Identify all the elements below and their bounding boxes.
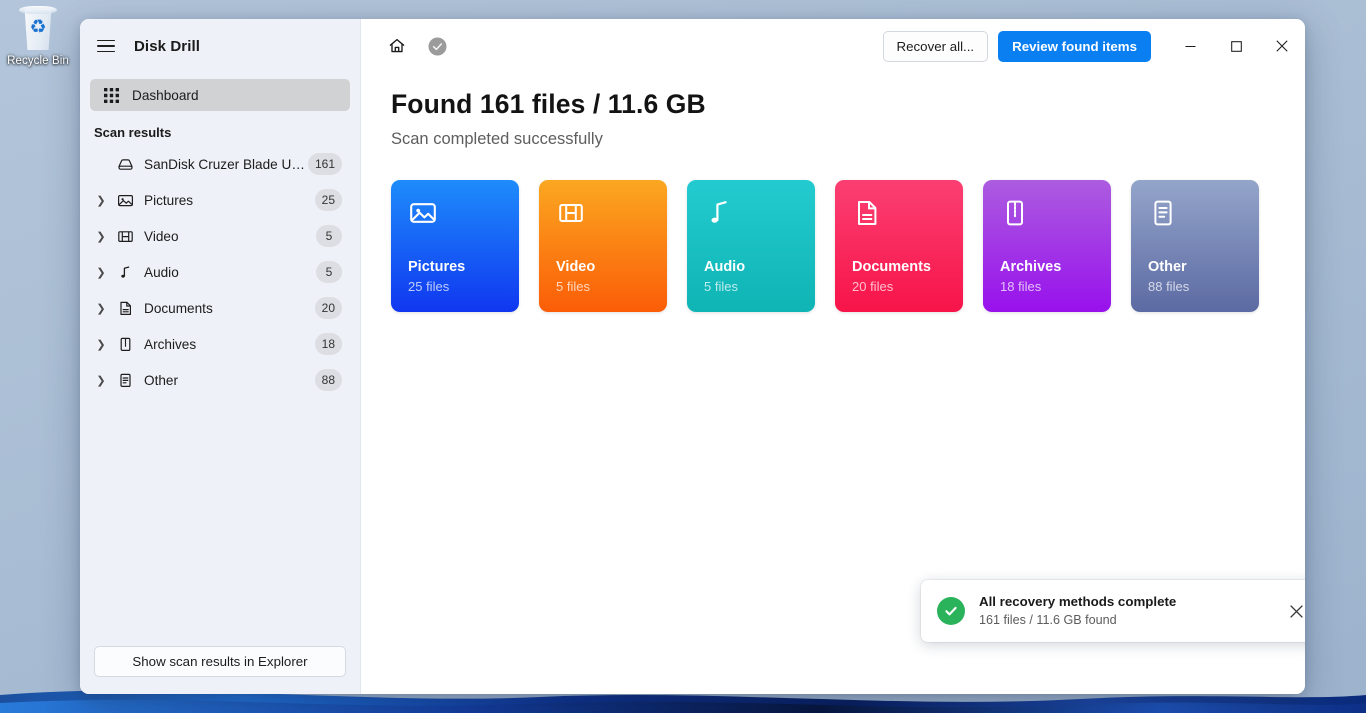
tree-item-video[interactable]: ❯ Video 5 <box>90 218 350 254</box>
card-title: Documents <box>852 259 931 275</box>
tree-item-count: 5 <box>316 261 342 283</box>
home-icon[interactable] <box>377 26 417 66</box>
tree-item-label: Other <box>144 372 178 388</box>
toast-title: All recovery methods complete <box>979 594 1177 609</box>
chevron-right-icon[interactable]: ❯ <box>90 194 112 207</box>
sidebar-header: Disk Drill <box>80 19 360 73</box>
tree-item-count: 20 <box>314 297 342 319</box>
card-title: Archives <box>1000 259 1062 275</box>
archive-icon <box>1000 198 1030 228</box>
tree-item-label: Audio <box>144 264 179 280</box>
card-count: 5 files <box>704 279 738 294</box>
card-title: Other <box>1148 259 1187 275</box>
disk-icon <box>112 156 138 173</box>
page-title: Found 161 files / 11.6 GB <box>391 89 706 119</box>
tree-item-audio[interactable]: ❯ Audio 5 <box>90 254 350 290</box>
tree-item-count: 18 <box>314 333 342 355</box>
chevron-right-icon[interactable]: ❯ <box>90 230 112 243</box>
check-circle-icon[interactable] <box>417 26 457 66</box>
image-icon <box>408 198 438 228</box>
tree-item-label: SanDisk Cruzer Blade US... <box>144 156 308 172</box>
recover-all-button[interactable]: Recover all... <box>882 30 989 62</box>
show-scan-results-in-explorer-button[interactable]: Show scan results in Explorer <box>94 646 346 677</box>
desktop-icon-label: Recycle Bin <box>7 55 69 67</box>
category-cards: Pictures 25 files Video 5 files Audio 5 … <box>391 180 1265 312</box>
music-icon <box>112 264 138 281</box>
tree-item-label: Archives <box>144 336 197 352</box>
toast-body: All recovery methods complete 161 files … <box>979 593 1267 629</box>
card-count: 5 files <box>556 279 590 294</box>
close-icon[interactable] <box>1281 596 1305 626</box>
category-card-other[interactable]: Other 88 files <box>1131 180 1259 312</box>
check-circle-icon <box>937 597 965 625</box>
tree-item-pictures[interactable]: ❯ Pictures 25 <box>90 182 350 218</box>
app-title: Disk Drill <box>134 37 201 55</box>
card-count: 20 files <box>852 279 894 294</box>
main-panel: Recover all... Review found items Found … <box>361 19 1305 694</box>
film-icon <box>112 228 138 245</box>
music-icon <box>704 198 734 228</box>
grid-icon <box>100 84 122 106</box>
chevron-right-icon[interactable]: ❯ <box>90 374 112 387</box>
card-title: Video <box>556 259 596 275</box>
card-title: Pictures <box>408 259 466 275</box>
file-icon <box>1148 198 1178 228</box>
review-found-items-button[interactable]: Review found items <box>998 30 1151 62</box>
minimize-icon[interactable] <box>1167 23 1213 69</box>
card-count: 88 files <box>1148 279 1190 294</box>
sidebar-item-label: Dashboard <box>132 87 199 103</box>
sidebar: Disk Drill Dashboard Scan results SanDis… <box>80 19 361 694</box>
category-card-documents[interactable]: Documents 20 files <box>835 180 963 312</box>
category-card-archives[interactable]: Archives 18 files <box>983 180 1111 312</box>
card-title: Audio <box>704 259 746 275</box>
titlebar: Recover all... Review found items <box>361 19 1305 73</box>
notification-toast: All recovery methods complete 161 files … <box>921 580 1305 642</box>
close-icon[interactable] <box>1259 23 1305 69</box>
card-count: 25 files <box>408 279 450 294</box>
document-icon <box>852 198 882 228</box>
chevron-right-icon[interactable]: ❯ <box>90 302 112 315</box>
card-count: 18 files <box>1000 279 1042 294</box>
document-icon <box>112 300 138 317</box>
sidebar-nav: Dashboard <box>80 73 360 111</box>
tree-item-label: Video <box>144 228 179 244</box>
chevron-right-icon[interactable]: ❯ <box>90 266 112 279</box>
tree-item-count: 161 <box>307 153 342 175</box>
tree-item-documents[interactable]: ❯ Documents 20 <box>90 290 350 326</box>
image-icon <box>112 192 138 209</box>
chevron-right-icon[interactable]: ❯ <box>90 338 112 351</box>
sidebar-item-dashboard[interactable]: Dashboard <box>90 79 350 111</box>
desktop-icon-recycle-bin[interactable]: ♻ Recycle Bin <box>4 6 72 68</box>
hamburger-menu-icon[interactable] <box>92 32 120 60</box>
tree-item-count: 5 <box>316 225 342 247</box>
scan-results-tree: SanDisk Cruzer Blade US... 161 ❯ Picture… <box>80 146 360 398</box>
tree-item-label: Pictures <box>144 192 194 208</box>
toast-subtitle: 161 files / 11.6 GB found <box>979 613 1117 627</box>
tree-item-other[interactable]: ❯ Other 88 <box>90 362 350 398</box>
recycle-bin-icon: ♻ <box>16 6 60 52</box>
category-card-audio[interactable]: Audio 5 files <box>687 180 815 312</box>
disk-drill-window: Disk Drill Dashboard Scan results SanDis… <box>80 19 1305 694</box>
archive-icon <box>112 336 138 353</box>
category-card-video[interactable]: Video 5 files <box>539 180 667 312</box>
tree-item-disk[interactable]: SanDisk Cruzer Blade US... 161 <box>90 146 350 182</box>
tree-item-label: Documents <box>144 300 213 316</box>
maximize-icon[interactable] <box>1213 23 1259 69</box>
tree-item-count: 25 <box>314 189 342 211</box>
sidebar-footer: Show scan results in Explorer <box>80 646 360 694</box>
category-card-pictures[interactable]: Pictures 25 files <box>391 180 519 312</box>
tree-item-archives[interactable]: ❯ Archives 18 <box>90 326 350 362</box>
film-icon <box>556 198 586 228</box>
tree-item-count: 88 <box>314 369 342 391</box>
page-subtitle: Scan completed successfully <box>391 130 603 148</box>
file-icon <box>112 372 138 389</box>
sidebar-section-title: Scan results <box>94 125 172 140</box>
